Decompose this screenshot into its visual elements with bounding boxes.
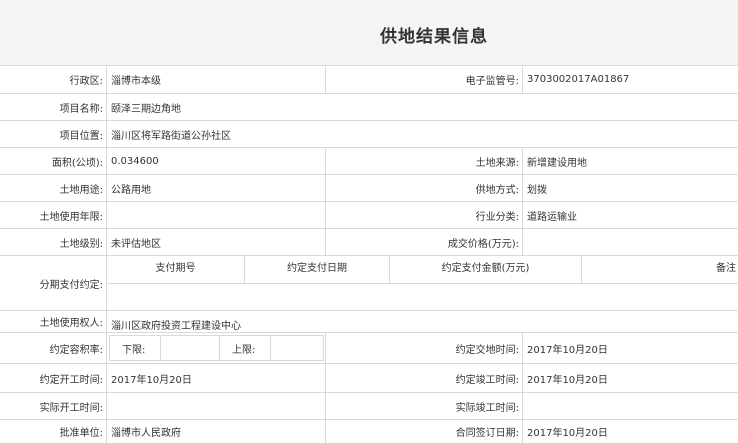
land-source-label: 土地来源: <box>475 157 519 169</box>
installment-header-period: 支付期号 <box>155 262 196 274</box>
row-far: 约定容积率: 下限: 上限: 约定交地时间: 2017年10月20日 <box>0 333 738 364</box>
start-date-label: 约定开工时间: <box>39 374 103 386</box>
contract-date-value: 2017年10月20日 <box>527 428 608 439</box>
land-grade-label: 土地级别: <box>59 238 103 250</box>
row-right-holder: 土地使用权人: 淄川区政府投资工程建设中心 <box>0 311 738 333</box>
installment-header-amount: 约定支付金额(万元) <box>441 262 530 274</box>
far-upper-value <box>271 336 323 360</box>
row-use-term: 土地使用年限: 行业分类: 道路运输业 <box>0 202 738 229</box>
price-value <box>523 229 738 255</box>
project-location-value: 淄川区将军路街道公孙社区 <box>111 130 231 142</box>
use-term-value <box>107 202 325 228</box>
row-land-grade: 土地级别: 未评估地区 成交价格(万元): <box>0 229 738 256</box>
delivery-date-value: 2017年10月20日 <box>527 344 608 356</box>
supply-method-label: 供地方式: <box>475 184 519 196</box>
land-use-value: 公路用地 <box>111 184 151 196</box>
installment-header-date: 约定支付日期 <box>287 262 347 274</box>
far-range-box: 下限: 上限: <box>109 335 324 361</box>
far-lower-label: 下限: <box>122 344 146 356</box>
project-name-value: 颐泽三期边角地 <box>111 103 181 115</box>
area-label: 面积(公顷): <box>51 157 103 169</box>
supervision-no-label: 电子监管号: <box>465 76 519 87</box>
row-project-location: 项目位置: 淄川区将军路街道公孙社区 <box>0 121 738 148</box>
supervision-no-value: 3703002017A01867 <box>527 74 630 85</box>
row-project-name: 项目名称: 颐泽三期边角地 <box>0 94 738 121</box>
row-area: 面积(公顷): 0.034600 土地来源: 新增建设用地 <box>0 148 738 175</box>
industry-label: 行业分类: <box>475 211 519 223</box>
completion-date-value: 2017年10月20日 <box>527 374 608 386</box>
actual-start-label: 实际开工时间: <box>39 402 103 414</box>
approver-label: 批准单位: <box>59 428 103 439</box>
district-value: 淄博市本级 <box>111 76 161 87</box>
actual-completion-value <box>523 393 738 419</box>
installment-header-remark: 备注 <box>716 262 736 274</box>
district-label: 行政区: <box>69 76 103 87</box>
row-approver: 批准单位: 淄博市人民政府 合同签订日期: 2017年10月20日 <box>0 420 738 443</box>
page-title: 供地结果信息 <box>380 27 488 47</box>
installment-label: 分期支付约定: <box>39 279 103 291</box>
delivery-date-label: 约定交地时间: <box>455 344 519 356</box>
installment-table-header: 支付期号 约定支付日期 约定支付金额(万元) 备注 <box>107 256 738 284</box>
actual-start-value <box>107 393 325 419</box>
row-actual-start: 实际开工时间: 实际竣工时间: <box>0 393 738 420</box>
land-grade-value: 未评估地区 <box>111 238 161 250</box>
row-installment: 分期支付约定: 支付期号 约定支付日期 约定支付金额(万元) 备注 <box>0 256 738 311</box>
land-use-label: 土地用途: <box>59 184 103 196</box>
project-location-label: 项目位置: <box>59 130 103 142</box>
project-name-label: 项目名称: <box>59 103 103 115</box>
far-upper-label: 上限: <box>232 344 256 356</box>
supply-method-value: 划拨 <box>527 184 547 196</box>
row-land-use: 土地用途: 公路用地 供地方式: 划拨 <box>0 175 738 202</box>
start-date-value: 2017年10月20日 <box>111 374 192 386</box>
price-label: 成交价格(万元): <box>447 238 519 250</box>
completion-date-label: 约定竣工时间: <box>455 374 519 386</box>
title-bar: 供地结果信息 <box>0 0 738 66</box>
row-district: 行政区: 淄博市本级 电子监管号: 3703002017A01867 <box>0 66 738 94</box>
use-term-label: 土地使用年限: <box>39 211 103 223</box>
approver-value: 淄博市人民政府 <box>111 428 181 439</box>
right-holder-label: 土地使用权人: <box>39 318 103 329</box>
area-value: 0.034600 <box>111 155 159 167</box>
right-holder-value: 淄川区政府投资工程建设中心 <box>111 321 241 332</box>
row-start-date: 约定开工时间: 2017年10月20日 约定竣工时间: 2017年10月20日 <box>0 364 738 393</box>
land-source-value: 新增建设用地 <box>527 157 587 169</box>
actual-completion-label: 实际竣工时间: <box>455 402 519 414</box>
contract-date-label: 合同签订日期: <box>455 428 519 439</box>
far-lower-value <box>161 336 219 360</box>
far-label: 约定容积率: <box>49 344 103 356</box>
industry-value: 道路运输业 <box>527 211 577 223</box>
